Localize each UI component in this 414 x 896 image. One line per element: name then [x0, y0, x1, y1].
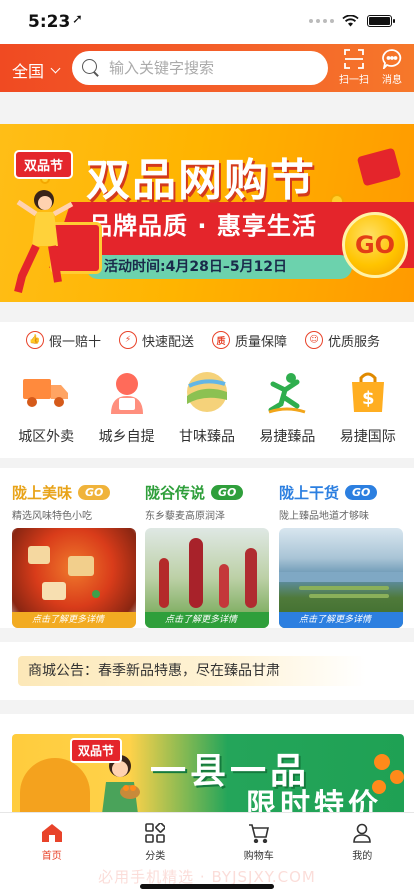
wifi-icon	[342, 15, 359, 27]
status-time: 5:23	[28, 12, 71, 32]
guarantee-label: 快速配送	[142, 334, 195, 350]
promo-image-food: 点击了解更多详情	[12, 528, 136, 628]
guarantee-item: 质 质量保障	[212, 331, 287, 350]
search-bar[interactable]	[72, 51, 328, 85]
field-icon	[186, 372, 227, 412]
promo-cta: 点击了解更多详情	[145, 612, 269, 628]
promo-card-snacks[interactable]: 陇上美味 GO 精选风味特色小吃 点击了解更多详情	[12, 482, 136, 628]
scan-label: 扫一扫	[339, 75, 369, 86]
guarantee-strip: 👍 假一赔十 ⚡ 快速配送 质 质量保障 ☺ 优质服务	[0, 322, 414, 358]
category-label: 城乡自提	[98, 429, 155, 445]
banner-date: 活动时间:4月28日–5月12日	[86, 255, 352, 279]
home-indicator[interactable]	[140, 884, 274, 889]
guarantee-label: 假一赔十	[49, 334, 102, 350]
orange-decoration	[374, 754, 390, 770]
orange-decoration	[372, 780, 386, 794]
scan-button[interactable]: 扫一扫	[334, 48, 374, 86]
courier-icon	[110, 373, 143, 414]
scan-icon	[344, 49, 364, 69]
category-label: 甘味臻品	[178, 429, 235, 445]
search-input[interactable]	[109, 59, 309, 77]
banner-title: 双品网购节	[86, 155, 316, 206]
promo-title: 陇上干货	[279, 484, 340, 502]
guarantee-label: 质量保障	[235, 334, 288, 350]
battery-icon	[367, 15, 395, 27]
tab-label: 首页	[41, 851, 62, 862]
promo-card-quinoa[interactable]: 陇谷传说 GO 东乡藜麦高原润泽 点击了解更多详情	[145, 482, 269, 628]
grid-icon	[145, 823, 166, 843]
go-badge: GO	[211, 485, 244, 500]
user-icon	[353, 823, 372, 843]
promo-subtitle: 陇上臻品地道才够味	[279, 511, 369, 522]
top-header: 全国 扫一扫 消息	[0, 44, 414, 92]
promo-title: 陇上美味	[12, 484, 73, 502]
region-label: 全国	[12, 62, 45, 81]
category-yijie-select[interactable]: 易捷臻品	[248, 368, 326, 458]
truck-icon	[23, 379, 69, 407]
promo-image-quinoa: 点击了解更多详情	[145, 528, 269, 628]
message-label: 消息	[382, 75, 402, 86]
notice-section: 商城公告：春季新品特惠，尽在臻品甘肃	[0, 642, 414, 700]
chevron-down-icon	[50, 63, 61, 73]
go-badge: GO	[345, 485, 378, 500]
signal-icon	[309, 19, 334, 23]
message-button[interactable]: 消息	[372, 48, 412, 86]
promo-section: 陇上美味 GO 精选风味特色小吃 点击了解更多详情 陇谷传说 GO 东乡藜麦高原…	[0, 468, 414, 628]
go-badge: GO	[78, 485, 111, 500]
service-icon: ☺	[305, 331, 324, 349]
category-gansu-select[interactable]: 甘味臻品	[168, 368, 246, 458]
gift-card-decoration	[356, 147, 402, 187]
category-city-takeout[interactable]: 城区外卖	[7, 368, 85, 458]
tab-label: 我的	[352, 851, 373, 862]
promo-card-dry-goods[interactable]: 陇上干货 GO 陇上臻品地道才够味 点击了解更多详情	[279, 482, 403, 628]
home-icon	[41, 824, 62, 842]
cart-icon	[248, 824, 269, 843]
county-banner[interactable]: 双品节 一县一品 限时特价	[0, 714, 414, 814]
county-banner-subtitle: 限时特价	[246, 788, 382, 814]
guarantee-item: ⚡ 快速配送	[119, 331, 194, 350]
status-indicators	[309, 15, 395, 27]
county-banner-tag: 双品节	[70, 738, 123, 763]
promo-title: 陇谷传说	[145, 484, 206, 502]
go-badge: GO	[342, 212, 408, 278]
category-grid: 城区外卖 城乡自提 甘味臻品 易捷臻品 $ 易捷国际	[0, 358, 414, 458]
location-arrow-icon: ➚	[72, 12, 83, 27]
promo-cta: 点击了解更多详情	[279, 612, 403, 628]
banner-subtitle: 品牌品质 · 惠享生活	[88, 212, 317, 240]
region-selector[interactable]: 全国	[12, 58, 61, 82]
status-bar: 5:23 ➚	[0, 0, 414, 44]
category-label: 易捷臻品	[259, 429, 316, 445]
message-icon	[382, 49, 402, 69]
guarantee-label: 优质服务	[328, 334, 381, 350]
tab-label: 购物车	[243, 851, 274, 862]
guarantee-item: 👍 假一赔十	[26, 331, 101, 350]
delivery-icon: ⚡	[119, 331, 138, 349]
runner-icon	[268, 373, 306, 414]
promo-subtitle: 精选风味特色小吃	[12, 511, 92, 522]
category-label: 城区外卖	[18, 429, 75, 445]
svg-text:$: $	[362, 388, 375, 409]
category-yijie-intl[interactable]: $ 易捷国际	[329, 368, 407, 458]
promo-banner[interactable]: 双品网购节 品牌品质 · 惠享生活 活动时间:4月28日–5月12日 双品节 G…	[0, 124, 414, 302]
promo-image-landscape: 点击了解更多详情	[279, 528, 403, 628]
search-icon	[82, 59, 100, 77]
girl-illustration	[14, 190, 74, 293]
category-label: 易捷国际	[339, 429, 396, 445]
orange-decoration	[390, 770, 404, 784]
category-pickup[interactable]: 城乡自提	[88, 368, 166, 458]
banner-tag: 双品节	[14, 150, 74, 179]
mall-notice[interactable]: 商城公告：春季新品特惠，尽在臻品甘肃	[18, 656, 366, 686]
thumb-icon: 👍	[26, 331, 44, 349]
promo-subtitle: 东乡藜麦高原润泽	[145, 511, 225, 522]
tab-label: 分类	[145, 851, 166, 862]
shield-icon: 质	[212, 331, 231, 349]
guarantee-item: ☺ 优质服务	[305, 331, 380, 350]
promo-cta: 点击了解更多详情	[12, 612, 136, 628]
shopping-bag-icon: $	[351, 372, 384, 412]
